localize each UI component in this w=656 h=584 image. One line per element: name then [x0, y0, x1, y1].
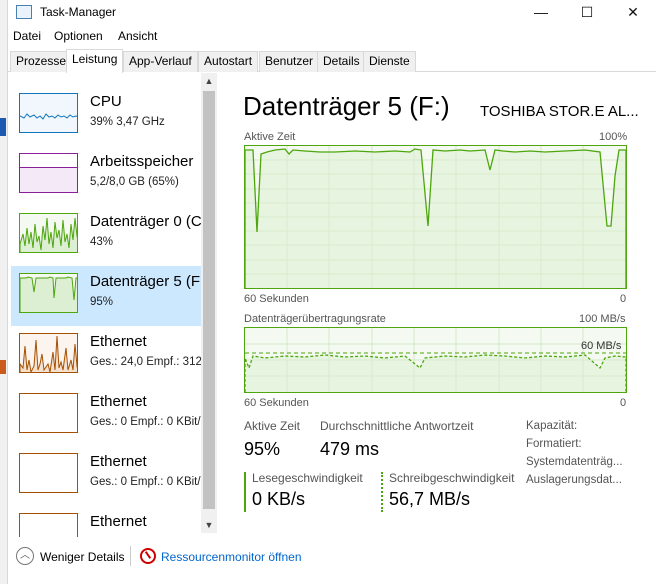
minimize-button[interactable]: — — [518, 0, 564, 26]
resource-name: CPU — [90, 93, 122, 110]
formatted-label: Formatiert: — [526, 438, 582, 450]
resource-name: Ethernet — [90, 453, 147, 470]
active-time-graph-svg — [245, 146, 626, 288]
active-time-label: Aktive Zeit — [244, 419, 301, 433]
less-details-button[interactable]: Weniger Details — [40, 550, 124, 564]
resource-item-cpu[interactable]: CPU 39% 3,47 GHz — [11, 86, 201, 146]
graph2-min-label: 0 — [620, 397, 627, 409]
graph2-max-label: 100 MB/s — [579, 313, 626, 325]
title-bar: Task-Manager — ☐ ✕ — [8, 0, 656, 26]
disk-0-thumbnail-graph — [19, 213, 78, 253]
maximize-button[interactable]: ☐ — [564, 0, 610, 26]
menu-datei[interactable]: Datei — [13, 29, 41, 43]
tab-prozesse[interactable]: Prozesse — [10, 51, 73, 72]
resource-name: Arbeitsspeicher — [90, 153, 194, 170]
write-speed-value: 56,7 MB/s — [389, 489, 471, 509]
resource-name: Datenträger 0 (C — [90, 213, 202, 230]
tab-bar: Prozesse Leistung App-Verlauf Autostart … — [8, 49, 656, 73]
resource-item-memory[interactable]: Arbeitsspeicher 5,2/8,0 GB (65%) — [11, 146, 201, 206]
resource-monitor-icon[interactable] — [140, 548, 156, 564]
resource-name: Ethernet — [90, 393, 147, 410]
footer: ︿ Weniger Details Ressourcenmonitor öffn… — [8, 540, 656, 574]
cpu-thumbnail-graph — [19, 93, 78, 133]
ethernet-2-thumbnail-graph — [19, 393, 78, 433]
disk-title: Datenträger 5 (F:) — [243, 91, 450, 121]
footer-separator — [130, 546, 131, 566]
window-title: Task-Manager — [40, 5, 117, 19]
background-window — [0, 0, 8, 584]
active-time-graph — [244, 145, 627, 289]
resource-value: 95% — [90, 296, 114, 308]
resource-value: 43% — [90, 236, 114, 248]
resource-item-disk-0[interactable]: Datenträger 0 (C 43% — [11, 206, 202, 266]
read-speed-label: Lesegeschwindigkeit — [252, 471, 363, 485]
disk-5-thumbnail-graph — [19, 273, 78, 313]
scroll-down-icon[interactable]: ▼ — [201, 517, 217, 533]
transfer-rate-graph-svg — [245, 328, 626, 392]
resource-item-ethernet-4[interactable]: Ethernet — [11, 506, 201, 537]
menu-optionen[interactable]: Optionen — [54, 29, 103, 43]
capacity-label: Kapazität: — [526, 420, 578, 432]
response-time-label: Durchschnittliche Antwortzeit — [320, 419, 474, 433]
resource-list-scrollbar[interactable]: ▲ ▼ — [201, 73, 217, 533]
resource-value: 5,2/8,0 GB (65%) — [90, 176, 179, 188]
close-button[interactable]: ✕ — [610, 0, 656, 26]
resource-item-ethernet-2[interactable]: Ethernet Ges.: 0 Empf.: 0 KBit/ — [11, 386, 201, 446]
task-manager-window: Task-Manager — ☐ ✕ Datei Optionen Ansich… — [8, 0, 656, 584]
tab-dienste[interactable]: Dienste — [363, 51, 416, 72]
tab-app-verlauf[interactable]: App-Verlauf — [123, 51, 198, 72]
resource-item-ethernet-3[interactable]: Ethernet Ges.: 0 Empf.: 0 KBit/ — [11, 446, 201, 506]
graph1-min-label: 0 — [620, 293, 627, 305]
resource-item-disk-5[interactable]: Datenträger 5 (F 95% — [11, 266, 201, 326]
ethernet-4-thumbnail-graph — [19, 513, 78, 537]
graph2-time-label: 60 Sekunden — [244, 397, 309, 409]
disk-model: TOSHIBA STOR.E AL... — [480, 103, 639, 120]
graph2-line-label: 60 MB/s — [581, 340, 622, 352]
resource-value: Ges.: 24,0 Empf.: 312 — [90, 356, 202, 368]
write-speed-label: Schreibgeschwindigkeit — [389, 471, 515, 485]
tab-benutzer[interactable]: Benutzer — [259, 51, 320, 72]
graph1-time-label: 60 Sekunden — [244, 293, 309, 305]
resource-name: Ethernet — [90, 513, 147, 530]
background-window-marker — [0, 360, 6, 374]
read-speed-value: 0 KB/s — [252, 489, 306, 509]
memory-thumbnail-graph — [19, 153, 78, 193]
resource-monitor-link[interactable]: Ressourcenmonitor öffnen — [161, 550, 302, 564]
menu-ansicht[interactable]: Ansicht — [118, 29, 157, 43]
tab-leistung[interactable]: Leistung — [66, 49, 124, 73]
active-time-value: 95% — [244, 439, 281, 459]
system-disk-label: Systemdatenträg... — [526, 456, 623, 468]
graph1-max-label: 100% — [599, 131, 628, 143]
resource-name: Ethernet — [90, 333, 147, 350]
read-indicator — [244, 472, 246, 512]
response-time-value: 479 ms — [320, 439, 380, 459]
scroll-up-icon[interactable]: ▲ — [201, 73, 217, 89]
chevron-up-icon[interactable]: ︿ — [16, 547, 34, 565]
resource-value: Ges.: 0 Empf.: 0 KBit/ — [90, 416, 201, 428]
tab-details[interactable]: Details — [317, 51, 366, 72]
memory-fill — [20, 167, 77, 192]
graph1-label: Aktive Zeit — [244, 131, 296, 143]
write-indicator — [381, 472, 383, 512]
background-window-marker — [0, 118, 6, 136]
task-manager-icon — [16, 5, 32, 19]
resource-value: Ges.: 0 Empf.: 0 KBit/ — [90, 476, 201, 488]
resource-value: 39% 3,47 GHz — [90, 116, 165, 128]
page-file-label: Auslagerungsdat... — [526, 474, 622, 486]
graph2-label: Datenträgerübertragungsrate — [244, 313, 386, 325]
resource-item-ethernet-1[interactable]: Ethernet Ges.: 24,0 Empf.: 312 — [11, 326, 202, 386]
tab-autostart[interactable]: Autostart — [198, 51, 259, 72]
transfer-rate-graph: 60 MB/s — [244, 327, 627, 393]
resource-list: CPU 39% 3,47 GHz Arbeitsspeicher 5,2/8,0… — [8, 73, 217, 537]
resource-name: Datenträger 5 (F — [90, 273, 201, 290]
scrollbar-thumb[interactable] — [203, 91, 215, 509]
menu-bar: Datei Optionen Ansicht — [8, 26, 656, 46]
ethernet-3-thumbnail-graph — [19, 453, 78, 493]
ethernet-1-thumbnail-graph — [19, 333, 78, 373]
detail-pane: Datenträger 5 (F:) TOSHIBA STOR.E AL... … — [217, 73, 656, 537]
